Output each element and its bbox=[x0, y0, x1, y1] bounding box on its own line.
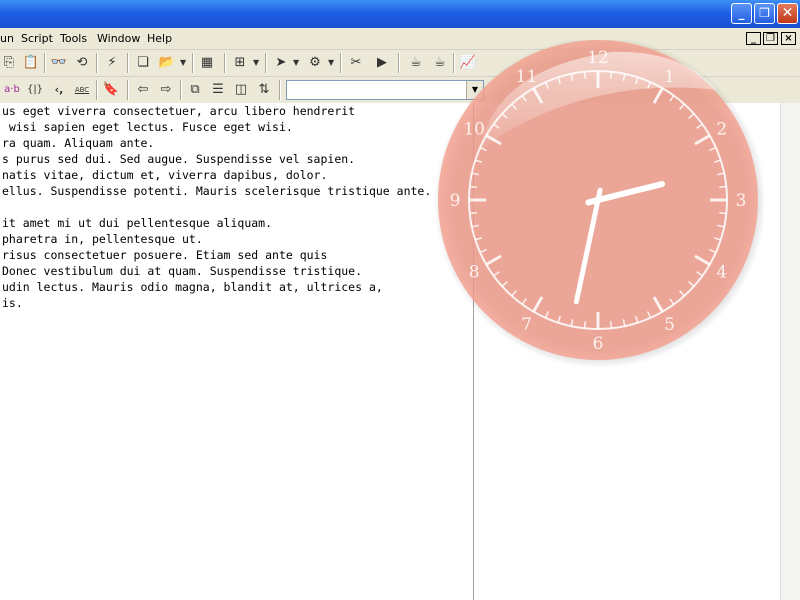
replace-icon[interactable]: ⚡ bbox=[103, 54, 121, 72]
clock-number: 10 bbox=[463, 120, 485, 140]
toolbar-separator bbox=[398, 53, 400, 73]
bookmark-icon[interactable]: 🔖 bbox=[102, 81, 120, 99]
toolbar-separator bbox=[127, 80, 129, 100]
menu-run[interactable]: un bbox=[0, 32, 14, 45]
tree-dropdown-icon[interactable]: ▼ bbox=[253, 54, 259, 72]
nav-back-icon[interactable]: ⇦ bbox=[134, 81, 152, 99]
code-line: ra quam. Aliquam ante. bbox=[2, 136, 155, 150]
code-line: ellus. Suspendisse potenti. Mauris scele… bbox=[2, 184, 432, 198]
clock-number: 2 bbox=[716, 120, 727, 140]
send-icon[interactable]: ➤ bbox=[272, 54, 290, 72]
clock-number: 5 bbox=[664, 315, 675, 335]
connect-dropdown-icon[interactable]: ▼ bbox=[328, 54, 334, 72]
copy-icon[interactable]: ⎘ bbox=[0, 54, 18, 72]
tree-icon[interactable]: ⊞ bbox=[231, 54, 249, 72]
split-horizontal-icon[interactable]: ☰ bbox=[209, 81, 227, 99]
restore-button[interactable]: ❐ bbox=[754, 3, 775, 24]
mdi-restore-button[interactable]: ❐ bbox=[763, 32, 778, 45]
clock-number: 3 bbox=[736, 191, 747, 211]
clock-minute-tick bbox=[610, 321, 613, 329]
minimize-button[interactable]: _ bbox=[731, 3, 752, 24]
split-vertical-icon[interactable]: ◫ bbox=[232, 81, 250, 99]
clock-minute-tick bbox=[469, 185, 477, 188]
toolbar-separator bbox=[127, 53, 129, 73]
open-folder-dropdown-icon[interactable]: ▼ bbox=[180, 54, 186, 72]
code-line: Donec vestibulum dui at quam. Suspendiss… bbox=[2, 264, 363, 278]
toolbar-separator bbox=[44, 53, 46, 73]
connect-icon[interactable]: ⚙ bbox=[306, 54, 324, 72]
toolbar-separator bbox=[340, 53, 342, 73]
word-wrap-button[interactable]: a·b bbox=[1, 81, 23, 99]
toolbar-separator bbox=[96, 53, 98, 73]
paste-icon[interactable]: 📋 bbox=[22, 54, 40, 72]
code-line: risus consectetuer posuere. Etiam sed an… bbox=[2, 248, 328, 262]
java-coffee-icon[interactable]: ☕ bbox=[407, 54, 425, 72]
code-line: is. bbox=[2, 296, 23, 310]
clock-minute-tick bbox=[719, 212, 727, 215]
code-line: it amet mi ut dui pellentesque aliquam. bbox=[2, 216, 273, 230]
menu-window[interactable]: Window bbox=[97, 32, 140, 45]
menu-help[interactable]: Help bbox=[147, 32, 172, 45]
toolbar-separator bbox=[224, 53, 226, 73]
code-editor[interactable]: us eget viverra consectetuer, arcu liber… bbox=[0, 103, 473, 600]
code-line: udin lectus. Mauris odio magna, blandit … bbox=[2, 280, 383, 294]
open-folder-icon[interactable]: 📂 bbox=[158, 54, 176, 72]
toolbar-separator bbox=[96, 80, 98, 100]
comment-button[interactable]: ‹, bbox=[50, 81, 68, 99]
clock-number: 7 bbox=[521, 315, 532, 335]
mdi-close-button[interactable]: × bbox=[781, 32, 796, 45]
clock-number: 4 bbox=[716, 263, 727, 283]
clock-minute-tick bbox=[719, 185, 727, 188]
clock-number: 6 bbox=[593, 334, 604, 354]
cut-link-icon[interactable]: ✂ bbox=[347, 54, 365, 72]
nav-forward-icon[interactable]: ⇨ bbox=[157, 81, 175, 99]
spell-check-button[interactable]: ABC bbox=[72, 81, 92, 99]
vertical-scrollbar[interactable] bbox=[780, 103, 800, 600]
code-line: wisi sapien eget lectus. Fusce eget wisi… bbox=[2, 120, 293, 134]
clock-number: 8 bbox=[469, 263, 480, 283]
clock-minute-tick bbox=[583, 321, 586, 329]
brace-match-button[interactable]: {|} bbox=[24, 81, 46, 99]
clock-minute-tick bbox=[469, 212, 477, 215]
code-line: s purus sed dui. Sed augue. Suspendisse … bbox=[2, 152, 356, 166]
window-cascade-icon[interactable]: ⧉ bbox=[186, 81, 204, 99]
send-dropdown-icon[interactable]: ▼ bbox=[293, 54, 299, 72]
menu-script[interactable]: Script bbox=[21, 32, 53, 45]
window-swap-icon[interactable]: ⇅ bbox=[255, 81, 273, 99]
toolbar-separator bbox=[192, 53, 194, 73]
title-bar: _ ❐ ✕ bbox=[0, 0, 800, 28]
module-icon[interactable]: ▦ bbox=[198, 54, 216, 72]
find-in-files-icon[interactable]: ⟲ bbox=[73, 54, 91, 72]
code-line: pharetra in, pellentesque ut. bbox=[2, 232, 203, 246]
toolbar-separator bbox=[279, 80, 281, 100]
close-button[interactable]: ✕ bbox=[777, 3, 798, 24]
clock-number: 9 bbox=[450, 191, 461, 211]
toolbar-separator bbox=[265, 53, 267, 73]
find-icon[interactable]: 👓 bbox=[50, 54, 68, 72]
code-line: natis vitae, dictum et, viverra dapibus,… bbox=[2, 168, 328, 182]
copy-window-icon[interactable]: ❏ bbox=[134, 54, 152, 72]
menu-tools[interactable]: Tools bbox=[60, 32, 87, 45]
code-line: us eget viverra consectetuer, arcu liber… bbox=[2, 104, 356, 118]
toolbar-separator bbox=[180, 80, 182, 100]
run-icon[interactable]: ▶ bbox=[373, 54, 391, 72]
clock-widget[interactable]: 121234567891011 bbox=[432, 40, 764, 372]
